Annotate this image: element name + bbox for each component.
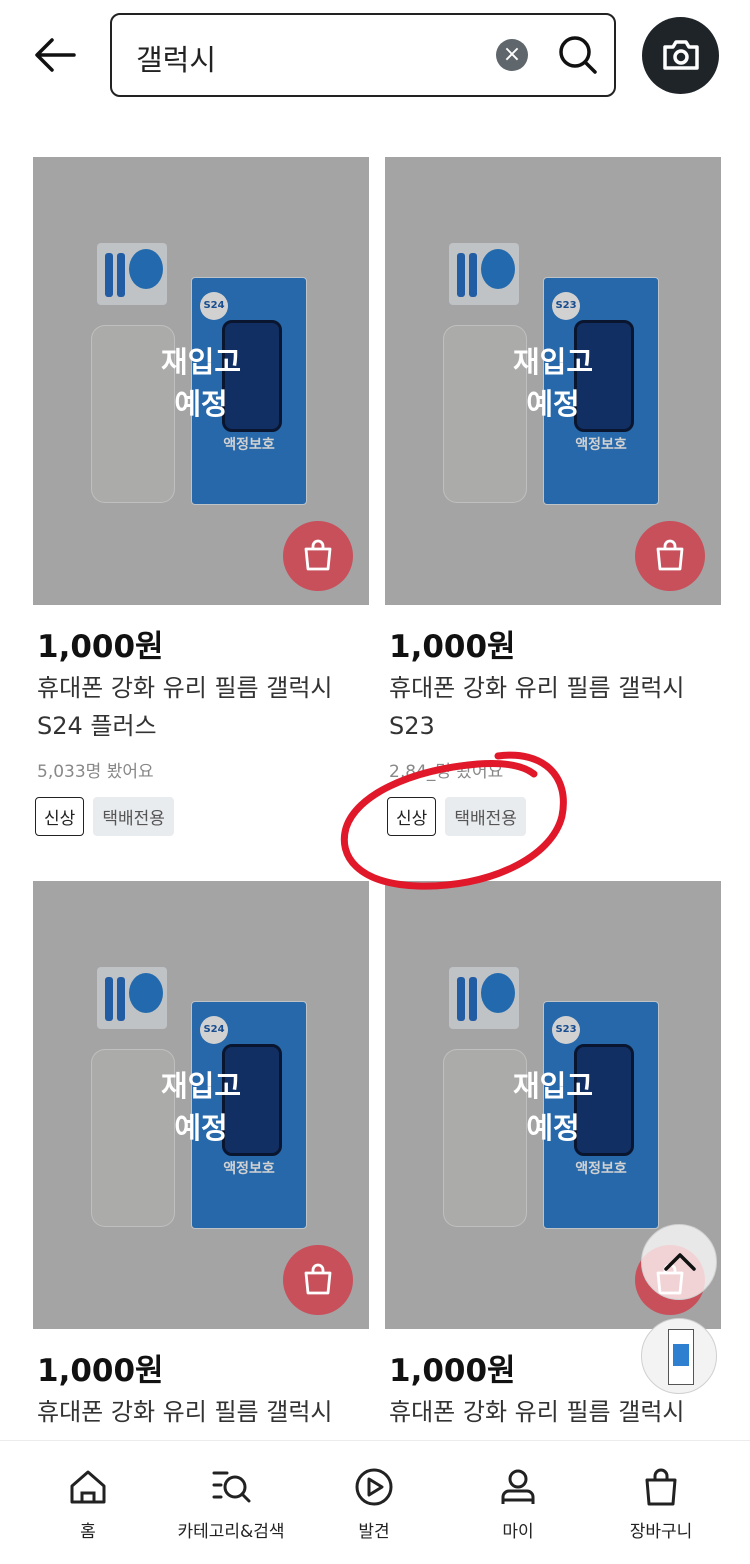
cart-icon (645, 1468, 677, 1506)
search-input[interactable]: 갤럭시 × (110, 13, 616, 97)
category-search-icon (212, 1471, 251, 1503)
restock-overlay: 재입고 예정 (160, 1069, 242, 1145)
product-title[interactable]: 휴대폰 강화 유리 필름 갤럭시 S24 플러스 (37, 669, 367, 745)
nav-category-search[interactable]: 카테고리&검색 (156, 1441, 306, 1564)
product-title[interactable]: 휴대폰 강화 유리 필름 갤럭시 (37, 1393, 367, 1431)
scroll-to-top-button[interactable] (641, 1224, 717, 1300)
product-price: 1,000원 (37, 1353, 164, 1389)
recently-viewed-button[interactable] (641, 1318, 717, 1394)
shopping-bag-icon (656, 539, 684, 571)
search-button[interactable] (556, 33, 600, 77)
camera-icon (663, 40, 699, 70)
nav-my-label: 마이 (502, 1522, 534, 1542)
view-count: 5,033명 봤어요 (37, 762, 154, 782)
restock-overlay: 재입고 예정 (160, 345, 242, 421)
product-price: 1,000원 (389, 1353, 516, 1389)
nav-category-search-label: 카테고리&검색 (177, 1522, 285, 1542)
search-icon (559, 36, 597, 74)
product-title[interactable]: 휴대폰 강화 유리 필름 갤럭시 (389, 1393, 719, 1431)
add-to-cart-button[interactable] (283, 521, 353, 591)
recent-product-thumbnail (668, 1329, 694, 1385)
bottom-navigation: 홈 카테고리&검색 발견 마이 장바구니 (0, 1440, 750, 1564)
nav-discover[interactable]: 발견 (299, 1441, 449, 1564)
nav-cart[interactable]: 장바구니 (586, 1441, 736, 1564)
add-to-cart-button[interactable] (283, 1245, 353, 1315)
person-icon (501, 1469, 535, 1504)
back-arrow-icon (35, 38, 76, 72)
tag-list: 신상 택배전용 (35, 797, 178, 836)
product-image[interactable]: S24 액정보호 재입고 예정 (33, 881, 369, 1329)
camera-search-button[interactable] (642, 17, 719, 94)
nav-discover-label: 발견 (358, 1522, 390, 1542)
product-price: 1,000원 (37, 629, 164, 665)
restock-overlay: 재입고 예정 (512, 1069, 594, 1145)
product-title[interactable]: 휴대폰 강화 유리 필름 갤럭시 S23 (389, 669, 719, 745)
nav-cart-label: 장바구니 (629, 1522, 693, 1542)
back-button[interactable] (30, 30, 80, 80)
new-badge: 신상 (35, 797, 85, 836)
delivery-only-badge: 택배전용 (93, 797, 174, 836)
chevron-up-icon (664, 1253, 696, 1271)
clear-search-button[interactable]: × (496, 39, 528, 71)
nav-home-label: 홈 (80, 1522, 96, 1542)
shopping-bag-icon (304, 539, 332, 571)
home-icon (70, 1470, 106, 1504)
shopping-bag-icon (304, 1263, 332, 1295)
red-circle-annotation (340, 751, 567, 890)
add-to-cart-button[interactable] (635, 521, 705, 591)
clear-icon: × (502, 42, 522, 67)
product-price: 1,000원 (389, 629, 516, 665)
search-value: 갤럭시 (136, 43, 217, 77)
restock-overlay: 재입고 예정 (512, 345, 594, 421)
product-image[interactable]: S23 액정보호 재입고 예정 (385, 157, 721, 605)
nav-my[interactable]: 마이 (443, 1441, 593, 1564)
nav-home[interactable]: 홈 (13, 1441, 163, 1564)
discover-icon (355, 1468, 393, 1506)
product-image[interactable]: S24 액정보호 재입고 예정 (33, 157, 369, 605)
